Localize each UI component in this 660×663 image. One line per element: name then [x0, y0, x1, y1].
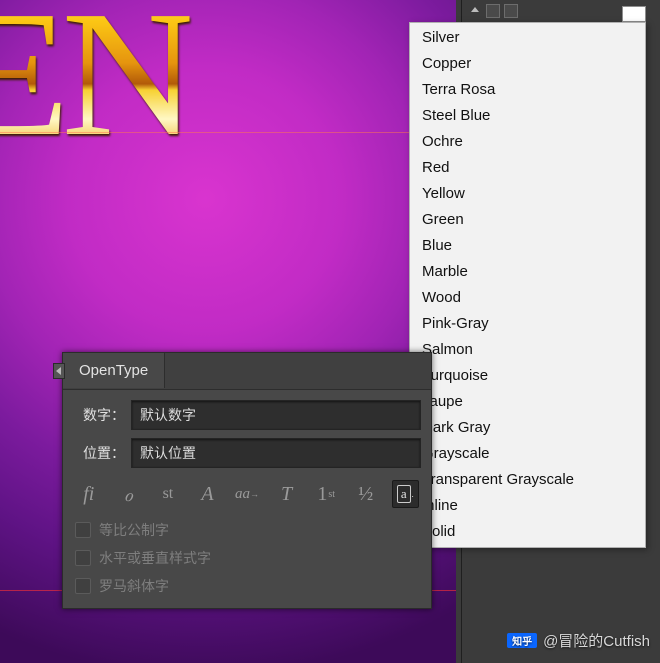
- menu-item[interactable]: Terra Rosa: [410, 77, 645, 103]
- check-roman-italic[interactable]: 罗马斜体字: [73, 572, 421, 600]
- opentype-panel: OpenType 数字： 默认数字 位置： 默认位置 fi ℴ st A aa→…: [62, 352, 432, 609]
- panel-mini-swatch-1[interactable]: [486, 4, 500, 18]
- menu-item[interactable]: Dark Gray: [410, 415, 645, 441]
- menu-item[interactable]: Copper: [410, 51, 645, 77]
- check-label: 水平或垂直样式字: [99, 548, 211, 568]
- menu-item[interactable]: Inline: [410, 493, 645, 519]
- contextual-alt-icon[interactable]: aa→: [233, 480, 261, 508]
- menu-item[interactable]: Silver: [410, 25, 645, 51]
- menu-item[interactable]: Transparent Grayscale: [410, 467, 645, 493]
- figure-label: 数字：: [73, 405, 125, 425]
- menu-item[interactable]: Wood: [410, 285, 645, 311]
- watermark-text: @冒险的Cutfish: [543, 630, 650, 651]
- all-smallcaps-icon[interactable]: T: [273, 480, 301, 508]
- menu-item[interactable]: Yellow: [410, 181, 645, 207]
- color-swatch-a[interactable]: [622, 6, 646, 22]
- figure-select[interactable]: 默认数字: [131, 400, 421, 430]
- position-row: 位置： 默认位置: [73, 438, 421, 468]
- ordinal-num: 1: [317, 483, 327, 506]
- menu-item[interactable]: Ochre: [410, 129, 645, 155]
- menu-item[interactable]: Grayscale: [410, 441, 645, 467]
- tab-opentype[interactable]: OpenType: [63, 353, 165, 388]
- ordinal-sup: st: [328, 489, 335, 500]
- menu-item[interactable]: Steel Blue: [410, 103, 645, 129]
- fraction-icon[interactable]: ½: [352, 480, 380, 508]
- ordinal-icon[interactable]: 1st: [312, 480, 340, 508]
- menu-item[interactable]: Solid: [410, 519, 645, 545]
- check-tab-lining[interactable]: 等比公制字: [73, 516, 421, 544]
- baseline-guide: [0, 132, 456, 133]
- panel-tabbar: OpenType: [63, 353, 431, 390]
- figure-row: 数字： 默认数字: [73, 400, 421, 430]
- menu-item[interactable]: Marble: [410, 259, 645, 285]
- ligature-icon[interactable]: fi: [75, 480, 103, 508]
- opentype-icon-row: fi ℴ st A aa→ T 1st ½ a.: [73, 476, 421, 516]
- panel-collapse-button[interactable]: [53, 363, 65, 379]
- effect-dropdown-menu: Silver Copper Terra Rosa Steel Blue Ochr…: [409, 22, 646, 548]
- panel-collapse-icon[interactable]: [471, 7, 479, 12]
- menu-item[interactable]: Blue: [410, 233, 645, 259]
- check-label: 等比公制字: [99, 520, 169, 540]
- watermark: 知乎 @冒险的Cutfish: [507, 630, 650, 651]
- checkbox-icon[interactable]: [75, 578, 91, 594]
- checkbox-icon[interactable]: [75, 550, 91, 566]
- titling-alt-icon[interactable]: A: [194, 480, 222, 508]
- artwork-text[interactable]: EN: [0, 0, 190, 177]
- zhihu-logo: 知乎: [507, 633, 537, 648]
- check-hv-stylistic[interactable]: 水平或垂直样式字: [73, 544, 421, 572]
- contextual-alt-text: aa: [235, 486, 250, 503]
- position-select[interactable]: 默认位置: [131, 438, 421, 468]
- checkbox-icon[interactable]: [75, 522, 91, 538]
- swash-icon[interactable]: ℴ: [115, 480, 143, 508]
- menu-item[interactable]: Salmon: [410, 337, 645, 363]
- check-label: 罗马斜体字: [99, 576, 169, 596]
- boxed-a-icon[interactable]: a.: [392, 480, 420, 508]
- boxed-a-text: a: [397, 485, 411, 503]
- menu-item[interactable]: Taupe: [410, 389, 645, 415]
- menu-item[interactable]: Green: [410, 207, 645, 233]
- stylistic-alt-icon[interactable]: st: [154, 480, 182, 508]
- panel-mini-swatch-2[interactable]: [504, 4, 518, 18]
- menu-item[interactable]: Pink-Gray: [410, 311, 645, 337]
- menu-item[interactable]: Turquoise: [410, 363, 645, 389]
- menu-item[interactable]: Red: [410, 155, 645, 181]
- panel-body: 数字： 默认数字 位置： 默认位置 fi ℴ st A aa→ T 1st ½ …: [63, 390, 431, 608]
- position-label: 位置：: [73, 443, 125, 463]
